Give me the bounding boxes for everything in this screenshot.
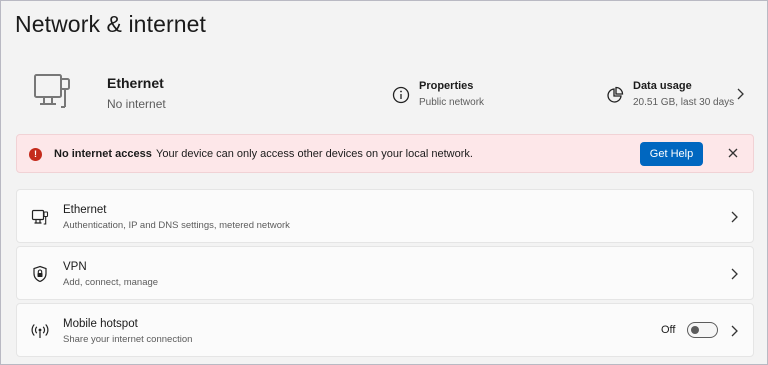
info-icon[interactable] bbox=[392, 86, 410, 104]
data-usage-value: 20.51 GB, last 30 days bbox=[633, 97, 735, 108]
connection-name: Ethernet bbox=[107, 75, 164, 91]
ethernet-icon bbox=[31, 209, 49, 225]
banner-title: No internet access bbox=[54, 148, 152, 160]
get-help-button[interactable]: Get Help bbox=[640, 142, 703, 166]
properties-link[interactable]: Properties bbox=[419, 80, 473, 92]
chevron-right-icon[interactable] bbox=[729, 267, 739, 281]
list-item-subtitle: Add, connect, manage bbox=[63, 277, 159, 288]
vpn-shield-icon bbox=[33, 265, 47, 283]
close-icon[interactable] bbox=[727, 147, 739, 159]
list-item-title: VPN bbox=[63, 261, 87, 273]
banner-message: Your device can only access other device… bbox=[156, 148, 473, 160]
toggle-state-label: Off bbox=[661, 324, 676, 336]
connection-summary: Ethernet No internet Properties Public n… bbox=[16, 61, 754, 125]
list-item-title: Ethernet bbox=[63, 204, 107, 216]
chevron-right-icon[interactable] bbox=[729, 210, 739, 224]
list-item-subtitle: Authentication, IP and DNS settings, met… bbox=[63, 220, 290, 231]
chevron-right-icon[interactable] bbox=[729, 324, 739, 338]
hotspot-icon bbox=[31, 324, 49, 338]
no-internet-banner: ! No internet access Your device can onl… bbox=[16, 134, 754, 173]
list-item-title: Mobile hotspot bbox=[63, 318, 138, 330]
chevron-right-icon[interactable] bbox=[734, 87, 746, 101]
toggle-knob bbox=[691, 326, 699, 334]
page-title: Network & internet bbox=[15, 11, 206, 37]
data-usage-link[interactable]: Data usage bbox=[633, 80, 692, 92]
network-profile: Public network bbox=[419, 97, 485, 108]
ethernet-large-icon bbox=[34, 74, 70, 108]
list-item-subtitle: Share your internet connection bbox=[63, 334, 193, 345]
list-item-mobile-hotspot[interactable]: Mobile hotspot Share your internet conne… bbox=[16, 303, 754, 357]
list-item-vpn[interactable]: VPN Add, connect, manage bbox=[16, 246, 754, 300]
pie-chart-icon[interactable] bbox=[606, 86, 624, 104]
list-item-ethernet[interactable]: Ethernet Authentication, IP and DNS sett… bbox=[16, 189, 754, 243]
mobile-hotspot-toggle[interactable] bbox=[687, 322, 718, 338]
error-icon: ! bbox=[29, 148, 42, 161]
connection-status: No internet bbox=[107, 97, 166, 111]
